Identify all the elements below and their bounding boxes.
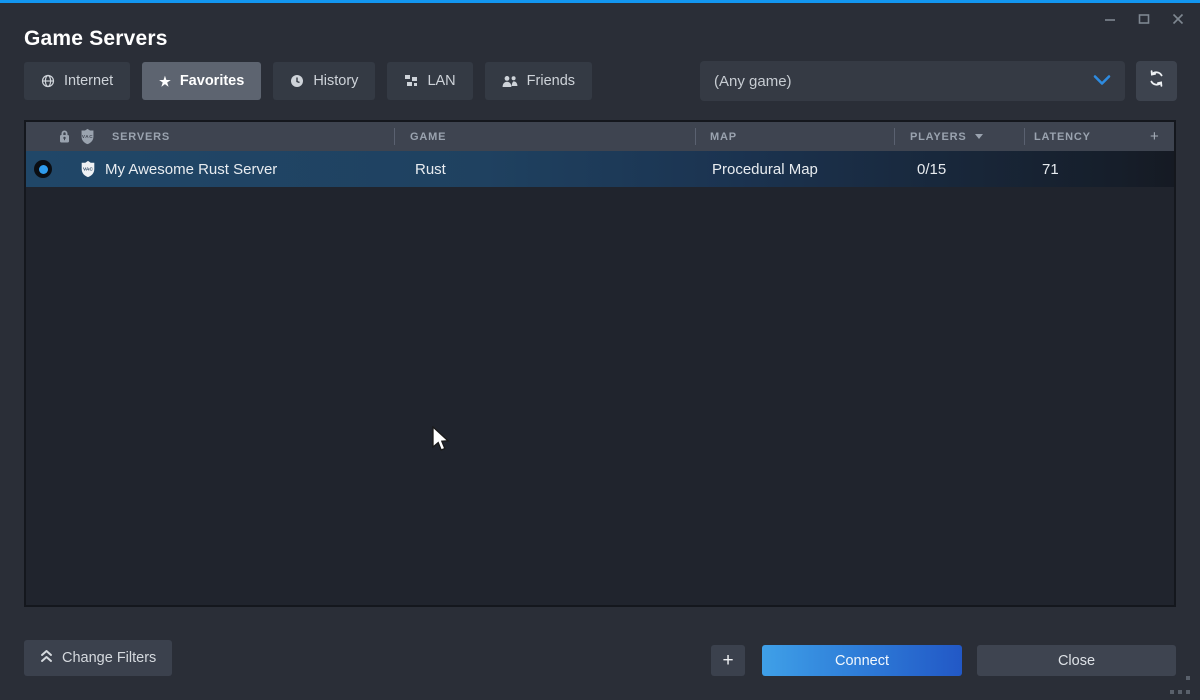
clock-icon <box>290 74 304 88</box>
column-header-servers[interactable]: SERVERS <box>112 122 170 151</box>
close-label: Close <box>1058 653 1095 669</box>
tab-history[interactable]: History <box>273 62 375 100</box>
tab-favorites[interactable]: ★ Favorites <box>142 62 261 100</box>
tab-label: LAN <box>427 73 455 89</box>
server-source-tabs: Internet ★ Favorites History LAN <box>24 62 592 100</box>
server-latency: 71 <box>1042 151 1059 187</box>
column-separator <box>1024 128 1025 145</box>
server-players: 0/15 <box>917 151 946 187</box>
column-separator <box>894 128 895 145</box>
change-filters-button[interactable]: Change Filters <box>24 640 172 676</box>
column-header-map[interactable]: MAP <box>710 122 737 151</box>
game-filter-dropdown[interactable]: (Any game) <box>700 61 1125 101</box>
add-column-button[interactable]: + <box>1150 122 1160 151</box>
connect-button[interactable]: Connect <box>762 645 962 676</box>
game-filter-value: (Any game) <box>714 73 792 90</box>
server-row-selected[interactable]: VAC My Awesome Rust Server Rust Procedur… <box>26 151 1174 187</box>
close-button[interactable]: Close <box>977 645 1176 676</box>
column-header-players[interactable]: PLAYERS <box>910 122 983 151</box>
connect-label: Connect <box>835 653 889 669</box>
resize-grip[interactable] <box>1168 676 1190 694</box>
server-name: My Awesome Rust Server <box>105 151 277 187</box>
vac-shield-icon: VAC <box>79 122 96 151</box>
tab-lan[interactable]: LAN <box>387 62 472 100</box>
plus-icon: + <box>722 650 733 672</box>
column-separator <box>695 128 696 145</box>
globe-icon <box>41 74 55 88</box>
vac-shield-icon: VAC <box>79 151 97 187</box>
minimize-button[interactable] <box>1098 9 1122 29</box>
selected-indicator-icon <box>34 160 52 178</box>
refresh-icon <box>1148 70 1165 92</box>
star-icon: ★ <box>159 75 171 88</box>
game-servers-window: Game Servers Internet ★ Favorites Histor… <box>0 0 1200 700</box>
server-table-header: VAC SERVERS GAME MAP PLAYERS LATENCY <box>26 122 1174 151</box>
server-table: VAC SERVERS GAME MAP PLAYERS LATENCY <box>24 120 1176 607</box>
lan-icon <box>404 74 418 88</box>
tab-friends[interactable]: Friends <box>485 62 592 100</box>
double-chevron-up-icon <box>40 649 53 667</box>
server-game: Rust <box>415 151 446 187</box>
lock-icon <box>58 122 71 151</box>
tab-label: History <box>313 73 358 89</box>
column-separator <box>394 128 395 145</box>
tab-label: Internet <box>64 73 113 89</box>
server-map: Procedural Map <box>712 151 818 187</box>
friends-icon <box>502 75 518 88</box>
add-server-button[interactable]: + <box>711 645 745 676</box>
close-window-button[interactable] <box>1166 9 1190 29</box>
column-header-game[interactable]: GAME <box>410 122 446 151</box>
tab-label: Friends <box>527 73 575 89</box>
chevron-down-icon <box>1093 73 1111 90</box>
svg-text:VAC: VAC <box>83 166 93 172</box>
tab-label: Favorites <box>180 73 244 89</box>
sort-descending-icon <box>975 134 983 139</box>
column-header-latency[interactable]: LATENCY <box>1034 122 1091 151</box>
svg-text:VAC: VAC <box>82 134 93 139</box>
page-title: Game Servers <box>24 27 168 51</box>
maximize-button[interactable] <box>1132 9 1156 29</box>
tab-internet[interactable]: Internet <box>24 62 130 100</box>
window-controls <box>1098 9 1190 29</box>
change-filters-label: Change Filters <box>62 650 156 666</box>
refresh-button[interactable] <box>1136 61 1177 101</box>
